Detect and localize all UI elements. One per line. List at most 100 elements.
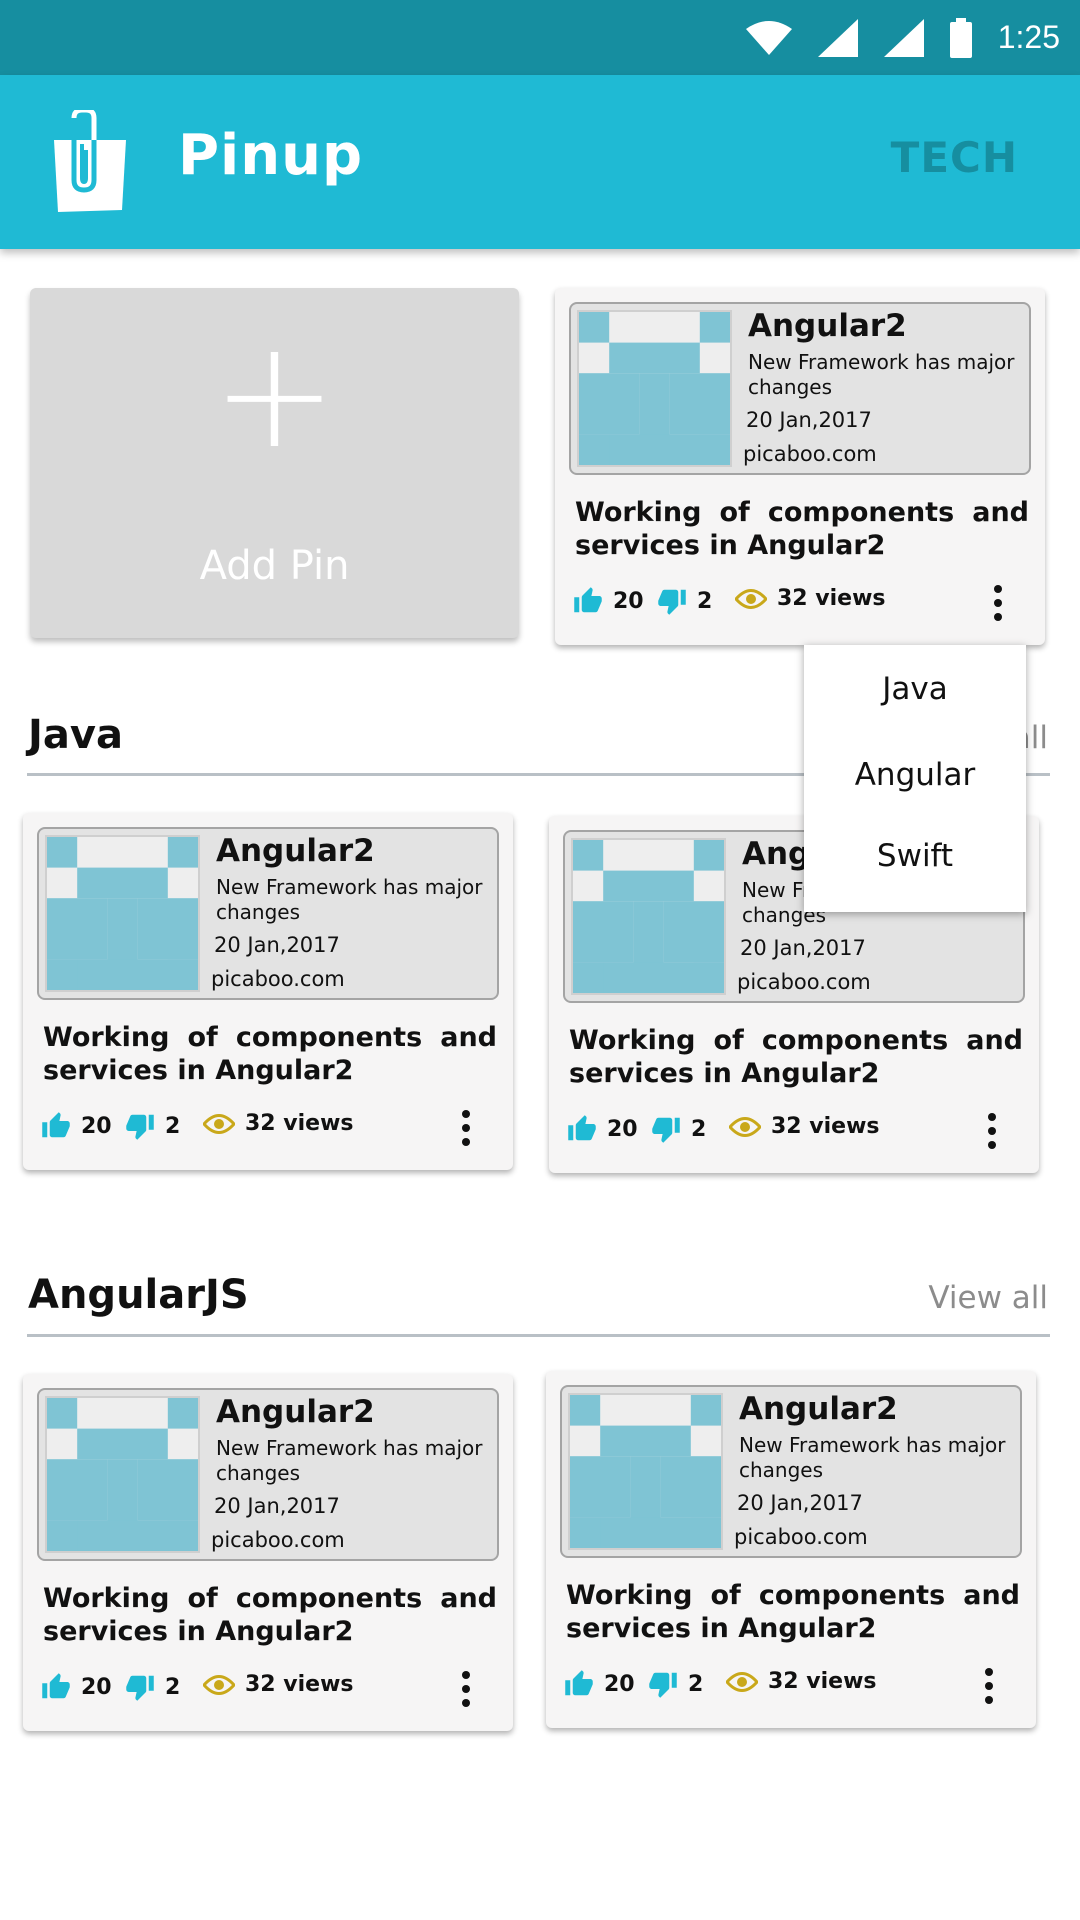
pin-card[interactable]: Angular2 New Framework has major changes… [546,1371,1036,1728]
pin-source: picaboo.com [743,442,877,466]
like-button[interactable]: 20 [41,1672,112,1702]
angular-logo-icon [579,312,730,465]
menu-item-angular[interactable]: Angular [804,757,1026,793]
like-count: 20 [613,588,644,614]
plus-icon: + [211,308,338,482]
dislike-button[interactable]: 2 [657,586,712,616]
like-button[interactable]: 20 [41,1111,112,1141]
pin-card[interactable]: Angular2 New Framework has major changes… [23,1374,513,1731]
pin-date: 20 Jan,2017 [740,936,866,960]
more-vert-icon[interactable] [977,1106,1007,1156]
pin-thumbnail [568,1393,723,1550]
dislike-button[interactable]: 2 [125,1111,180,1141]
pin-preview: Angular2 New Framework has major changes… [569,302,1031,475]
angular-logo-icon [47,837,198,990]
angular-logo-icon [570,1395,721,1548]
more-vert-icon[interactable] [974,1661,1004,1711]
add-pin-button[interactable]: + Add Pin [30,288,519,638]
pin-text: Working of components and services in An… [575,497,1029,561]
menu-item-swift[interactable]: Swift [804,838,1026,874]
more-vert-icon[interactable] [451,1664,481,1714]
category-dropdown-menu: Java Angular Swift [804,645,1026,912]
pin-preview: Angular2 New Framework has major changes… [37,827,499,1000]
pin-thumbnail [45,1396,200,1553]
pin-date: 20 Jan,2017 [214,933,340,957]
thumbs-down-icon [652,1117,680,1143]
like-count: 20 [81,1674,112,1700]
like-button[interactable]: 20 [573,586,644,616]
pin-source: picaboo.com [737,970,871,994]
dislike-button[interactable]: 2 [648,1669,703,1699]
pin-title: Angular2 [216,1394,375,1430]
views-stat: 32 views [203,1672,354,1697]
thumbs-down-icon [649,1672,677,1698]
eye-icon [726,1671,758,1692]
tab-tech[interactable]: TECH [891,133,1018,182]
thumbs-down-icon [126,1114,154,1140]
pin-card[interactable]: Angular2 New Framework has major changes… [555,288,1045,645]
pin-source: picaboo.com [211,967,345,991]
cell-signal-2-icon [883,18,924,57]
views-count: 32 views [777,586,886,611]
pin-preview: Angular2 New Framework has major changes… [560,1385,1022,1558]
more-vert-icon[interactable] [451,1103,481,1153]
add-pin-label: Add Pin [199,543,350,589]
dislike-count: 2 [691,1116,707,1142]
section-title-angularjs: AngularJS [28,1272,249,1318]
dislike-button[interactable]: 2 [125,1672,180,1702]
pin-source: picaboo.com [211,1528,345,1552]
dislike-count: 2 [688,1671,704,1697]
dislike-count: 2 [165,1113,181,1139]
angular-logo-icon [47,1398,198,1551]
pin-thumbnail [577,310,732,467]
pin-title: Angular2 [739,1391,898,1427]
status-icons: 1:25 [745,0,1060,75]
pin-description: New Framework has major changes [748,350,1015,399]
section-divider [27,1334,1050,1337]
views-count: 32 views [245,1672,354,1697]
thumbs-up-icon [574,587,602,613]
pin-thumbnail [571,838,726,995]
pin-source: picaboo.com [734,1525,868,1549]
views-count: 32 views [771,1114,880,1139]
angular-logo-icon [573,840,724,993]
views-count: 32 views [245,1111,354,1136]
more-vert-icon[interactable] [983,578,1013,628]
thumbs-up-icon [565,1670,593,1696]
eye-icon [729,1116,761,1137]
view-all-angularjs-link[interactable]: View all [928,1280,1048,1316]
like-count: 20 [81,1113,112,1139]
like-button[interactable]: 20 [567,1114,638,1144]
like-button[interactable]: 20 [564,1669,635,1699]
eye-icon [203,1113,235,1134]
dislike-count: 2 [697,588,713,614]
thumbs-down-icon [126,1675,154,1701]
pin-date: 20 Jan,2017 [214,1494,340,1518]
cell-signal-icon [817,18,858,57]
dislike-count: 2 [165,1674,181,1700]
status-time: 1:25 [997,19,1060,55]
views-stat: 32 views [735,586,886,611]
app-title: Pinup [178,123,364,188]
pin-description: New Framework has major changes [216,875,483,924]
pin-description: New Framework has major changes [216,1436,483,1485]
pin-date: 20 Jan,2017 [737,1491,863,1515]
thumbs-up-icon [568,1115,596,1141]
pin-date: 20 Jan,2017 [746,408,872,432]
pin-stats: 20 2 32 views [567,1113,1027,1150]
pin-title: Angular2 [748,308,907,344]
section-title-java: Java [28,712,123,758]
pin-stats: 20 2 32 views [41,1671,501,1708]
like-count: 20 [604,1671,635,1697]
dislike-button[interactable]: 2 [651,1114,706,1144]
views-stat: 32 views [729,1114,880,1139]
menu-item-java[interactable]: Java [804,671,1026,707]
app-bar: Pinup TECH [0,75,1080,249]
status-bar: 1:25 [0,0,1080,75]
battery-icon [949,17,972,58]
eye-icon [735,588,767,609]
pin-thumbnail [45,835,200,992]
pin-text: Working of components and services in An… [566,1580,1020,1644]
pin-card[interactable]: Angular2 New Framework has major changes… [23,813,513,1170]
pin-stats: 20 2 32 views [41,1110,501,1147]
